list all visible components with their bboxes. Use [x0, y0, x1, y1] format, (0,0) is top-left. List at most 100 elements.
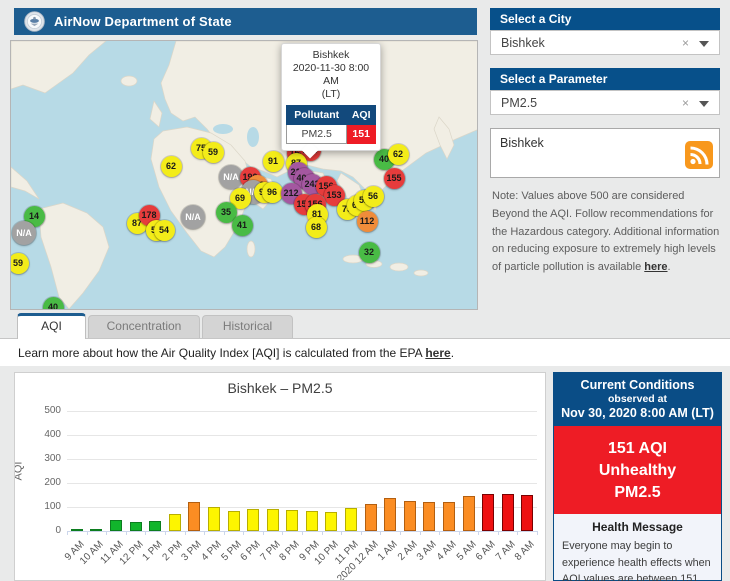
aqi-marker[interactable]: 32: [358, 241, 380, 263]
feed-box: Bishkek: [490, 128, 720, 178]
x-axis-tick: [302, 531, 303, 535]
y-axis-tick-label: 400: [44, 429, 61, 440]
chart-bar[interactable]: [423, 502, 436, 531]
note-text: Note: Values above 500 are considered Be…: [492, 190, 720, 274]
x-axis-tick: [106, 531, 108, 535]
aqi-marker[interactable]: 62: [160, 155, 182, 177]
popup-pollutant-value: PM2.5: [285, 123, 348, 144]
x-axis-tick: [86, 531, 88, 535]
aqi-marker[interactable]: 68: [305, 216, 327, 238]
chart-bar[interactable]: [286, 509, 299, 531]
learn-more-period: .: [450, 346, 455, 360]
chart-bar[interactable]: [442, 501, 455, 531]
chart-bar[interactable]: [521, 494, 534, 531]
tab-concentration[interactable]: Concentration: [88, 315, 200, 338]
gridline: [67, 435, 537, 436]
aqi-note: Note: Values above 500 are considered Be…: [492, 188, 720, 277]
city-select-value: Bishkek: [501, 36, 545, 50]
popup-city: Bishkek: [312, 49, 350, 61]
app-header: AirNow Department of State: [14, 8, 477, 35]
chart-bar[interactable]: [305, 511, 318, 531]
chart-bar[interactable]: [501, 494, 514, 531]
chart-bar[interactable]: [188, 501, 201, 531]
cc-parameter: PM2.5: [614, 484, 661, 501]
x-axis-tick: [243, 531, 245, 535]
current-conditions-header: Current Conditions observed at Nov 30, 2…: [554, 373, 721, 426]
parameter-dropdown-caret-icon[interactable]: [699, 101, 709, 107]
map-popup: Bishkek 2020-11-30 8:00 AM (LT) Pollutan…: [281, 43, 381, 158]
chart-bar[interactable]: [207, 507, 220, 531]
gridline: [67, 459, 537, 460]
chart-plot-area: 0 100 200 300 400 500 9 AM 10 AM 11 AM 12 PM 1 PM 2…: [15, 373, 545, 580]
note-here-link[interactable]: here: [644, 261, 667, 273]
note-period: .: [667, 261, 671, 274]
chart-bar[interactable]: [90, 529, 103, 531]
x-axis-tick: [399, 531, 401, 535]
aqi-marker[interactable]: 59: [11, 252, 29, 274]
city-clear-icon[interactable]: ×: [682, 36, 689, 50]
map[interactable]: 14N/A5940755962N/A190110N/A9896916935418…: [10, 40, 478, 310]
y-axis-tick-label: 300: [44, 453, 61, 464]
chart-bar[interactable]: [482, 494, 494, 531]
x-axis-tick: [380, 531, 382, 535]
chart-bar[interactable]: [149, 521, 162, 531]
x-axis-tick: [517, 531, 519, 535]
tab-historical[interactable]: Historical: [202, 315, 293, 338]
y-axis-tick-label: 0: [55, 525, 61, 536]
cc-aqi-block: 151 AQI Unhealthy PM2.5: [554, 426, 721, 514]
chart-bar[interactable]: [403, 501, 416, 531]
aqi-marker[interactable]: 54: [153, 219, 175, 241]
gridline: [67, 483, 537, 484]
learn-more-text: Learn more about how the Air Quality Ind…: [18, 346, 730, 360]
x-axis-tick: [537, 531, 538, 535]
chart-bar[interactable]: [462, 496, 475, 531]
chart-bar[interactable]: [345, 508, 357, 531]
gridline: [67, 411, 537, 412]
chart-bar[interactable]: [129, 521, 142, 531]
city-select[interactable]: Bishkek ×: [490, 30, 720, 55]
cc-health-message: Health Message Everyone may begin to exp…: [554, 514, 721, 581]
aqi-marker[interactable]: 155: [383, 167, 405, 189]
x-axis-tick: [184, 531, 186, 535]
y-axis-tick-label: 500: [44, 405, 61, 416]
city-dropdown-caret-icon[interactable]: [699, 41, 709, 47]
cc-health-title: Health Message: [592, 520, 683, 534]
x-axis-tick: [67, 531, 68, 535]
aqi-marker[interactable]: 112: [356, 210, 378, 232]
chart-bar[interactable]: [364, 504, 377, 531]
cc-observed-time: Nov 30, 2020 8:00 AM (LT): [561, 406, 714, 420]
rss-feed-icon[interactable]: [685, 141, 713, 172]
x-axis-tick: [223, 531, 225, 535]
chart-bar[interactable]: [227, 510, 240, 531]
parameter-select[interactable]: PM2.5 ×: [490, 90, 720, 115]
chart-bar[interactable]: [325, 512, 338, 531]
parameter-clear-icon[interactable]: ×: [682, 96, 689, 110]
current-conditions-panel: Current Conditions observed at Nov 30, 2…: [553, 372, 722, 581]
popup-datetime: 2020-11-30 8:00 AM: [292, 62, 370, 88]
chart-bar[interactable]: [168, 514, 181, 531]
popup-timezone: (LT): [321, 88, 341, 101]
aqi-marker[interactable]: 96: [261, 181, 283, 203]
tab-aqi[interactable]: AQI: [17, 313, 86, 339]
x-axis-tick: [145, 531, 147, 535]
y-axis-tick-label: 200: [44, 477, 61, 488]
app-title: AirNow Department of State: [54, 14, 232, 29]
aqi-marker[interactable]: 41: [231, 214, 253, 236]
chart-bar[interactable]: [384, 498, 397, 531]
aqi-marker[interactable]: N/A: [12, 221, 36, 245]
chart-bar[interactable]: [70, 529, 83, 531]
popup-table: Pollutant AQI PM2.5 151: [285, 104, 376, 144]
cc-health-text: Everyone may begin to experience health …: [562, 540, 711, 581]
aqi-marker[interactable]: N/A: [181, 205, 205, 229]
aqi-marker[interactable]: 62: [387, 143, 409, 165]
learn-more-here-link[interactable]: here: [425, 346, 450, 360]
chart-bar[interactable]: [266, 509, 279, 531]
chart-bar[interactable]: [110, 520, 122, 531]
aqi-marker[interactable]: 59: [202, 141, 224, 163]
x-axis-tick: [439, 531, 441, 535]
popup-col-pollutant: Pollutant: [285, 104, 348, 125]
aqi-marker[interactable]: 56: [362, 185, 384, 207]
select-parameter-header: Select a Parameter: [490, 68, 720, 90]
aqi-marker[interactable]: 91: [262, 150, 284, 172]
chart-bar[interactable]: [247, 509, 259, 531]
